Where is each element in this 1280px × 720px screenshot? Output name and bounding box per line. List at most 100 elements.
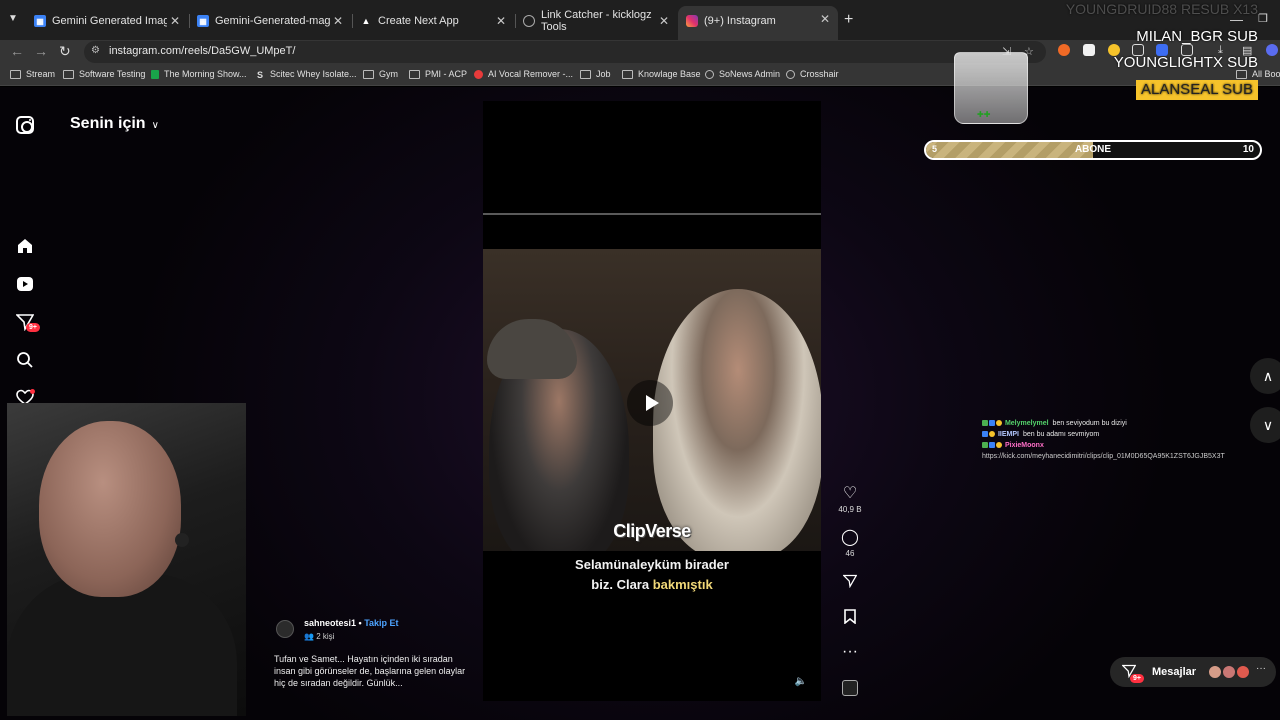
speaker-icon[interactable]: 🔈 xyxy=(795,676,807,687)
bookmark-item[interactable]: Crosshair xyxy=(786,69,839,79)
close-icon[interactable]: ✕ xyxy=(170,14,180,28)
more-options-button[interactable]: ··· xyxy=(836,643,864,661)
globe-icon xyxy=(786,69,795,79)
bookmark-item[interactable]: The Morning Show... xyxy=(151,69,247,79)
sub-alert-name: YOUNGLIGHTX SUB xyxy=(1113,54,1258,71)
sub-goal-bar: 5 ABONE 10 xyxy=(924,140,1262,160)
chat-overlay: Melymelymel ben seviyodum bu diziyi IIEMP… xyxy=(982,418,1242,462)
chat-message: PixieMoonx xyxy=(982,440,1242,451)
tab-create-next-app[interactable]: ▲ Create Next App ✕ xyxy=(352,8,514,34)
badge-icon xyxy=(982,431,988,438)
tab-gemini-image-2[interactable]: ▦ Gemini-Generated-mage-2a5t ✕ xyxy=(189,8,351,34)
share-button[interactable] xyxy=(836,574,864,593)
bookmark-item[interactable]: Gym xyxy=(363,69,398,79)
folder-icon xyxy=(10,69,21,79)
chat-username: IIEMPI xyxy=(997,431,1019,438)
messages-button[interactable]: 9+ Mesajlar ··· xyxy=(1110,657,1276,687)
share-icon xyxy=(836,574,864,593)
sub-alert-highlight: ALANSEAL SUB xyxy=(1136,80,1258,100)
home-icon[interactable] xyxy=(14,235,36,257)
badge-icon xyxy=(996,420,1002,427)
comment-button[interactable]: ◯ 46 xyxy=(836,529,864,558)
badge-icon xyxy=(982,420,988,427)
previous-reel-button[interactable]: ∧ xyxy=(1250,358,1280,394)
maximize-icon[interactable]: ❐ xyxy=(1258,12,1268,25)
badge-icon xyxy=(996,442,1002,449)
badge-icon xyxy=(982,442,988,449)
video-frame xyxy=(483,249,821,551)
bookmark-item[interactable]: Knowlage Base xyxy=(622,69,701,79)
viewers-count: 👥 2 kişi xyxy=(304,632,335,641)
save-button[interactable] xyxy=(836,609,864,629)
goal-max: 10 xyxy=(1242,144,1254,155)
extension-icon[interactable] xyxy=(1083,44,1095,56)
next-reel-button[interactable]: ∨ xyxy=(1250,407,1280,443)
close-icon[interactable]: ✕ xyxy=(659,14,669,28)
follow-button[interactable]: Takip Et xyxy=(364,618,398,628)
direct-messages-icon[interactable]: 9+ xyxy=(14,311,40,333)
tab-title: Gemini-Generated-mage-2a5t xyxy=(215,15,330,27)
chevron-up-icon: ∧ xyxy=(1262,367,1274,384)
like-button[interactable]: ♡ 40,9 B xyxy=(836,485,864,514)
person-right xyxy=(653,289,821,551)
chat-message: IIEMPI ben bu adamı sevmiyom xyxy=(982,429,1242,440)
badge-icon xyxy=(989,442,995,449)
video-divider xyxy=(483,213,821,215)
bookmark-item[interactable]: AI Vocal Remover -... xyxy=(474,69,573,79)
bookmark-item[interactable]: Software Testing xyxy=(63,69,145,79)
play-button[interactable] xyxy=(627,380,673,426)
subtitle-line-1: Selamünaleyküm birader xyxy=(575,557,729,572)
heart-icon: ♡ xyxy=(842,485,858,502)
omnibox[interactable]: ⚙ instagram.com/reels/Da5GW_UMpeT/ ⇲ ☆ xyxy=(84,41,1046,63)
bookmark-item[interactable]: S Scitec Whey Isolate... xyxy=(257,69,357,80)
tab-gemini-image-1[interactable]: ▦ Gemini Generated Image 2a5t ✕ xyxy=(26,8,188,34)
audio-thumbnail[interactable] xyxy=(836,680,864,696)
notification-dot xyxy=(30,389,35,394)
chevron-down-icon: ∨ xyxy=(1262,416,1274,433)
instagram-logo-icon[interactable] xyxy=(16,116,34,134)
close-icon[interactable]: ✕ xyxy=(333,14,343,28)
url-text[interactable]: instagram.com/reels/Da5GW_UMpeT/ xyxy=(109,45,295,57)
address-bar-row: ← → ↻ ⚙ instagram.com/reels/Da5GW_UMpeT/… xyxy=(0,40,1280,64)
reels-icon[interactable] xyxy=(14,273,36,295)
profile-avatar[interactable] xyxy=(1266,44,1278,56)
subtitle-line-2: biz. Clara bakmıştık xyxy=(483,575,821,595)
new-tab-icon[interactable]: + xyxy=(844,11,853,29)
folder-icon xyxy=(580,69,591,79)
tab-link-catcher[interactable]: Link Catcher - kicklogz Tools ✕ xyxy=(515,8,677,34)
site-info-icon[interactable]: ⚙ xyxy=(91,45,103,57)
bookmark-item[interactable]: Job xyxy=(580,69,611,79)
avatar xyxy=(1236,665,1250,679)
audio-thumbnail-image xyxy=(842,680,858,696)
tab-search-chevron-icon[interactable]: ▼ xyxy=(8,13,18,24)
folder-icon xyxy=(409,69,420,79)
globe-icon xyxy=(523,15,535,27)
post-caption[interactable]: Tufan ve Samet... Hayatın içinden iki sı… xyxy=(274,653,474,689)
chat-message: Melymelymel ben seviyodum bu diziyi xyxy=(982,418,1242,429)
clipverse-watermark: ClipVerse xyxy=(613,521,691,541)
bookmark-item[interactable]: Stream xyxy=(10,69,55,79)
bookmarks-bar: Stream Software Testing The Morning Show… xyxy=(0,64,1280,86)
bookmark-icon xyxy=(836,609,864,629)
bookmark-favicon xyxy=(474,69,483,79)
folder-icon xyxy=(63,69,74,79)
like-count: 40,9 B xyxy=(838,505,862,514)
subtitle-highlight: bakmıştık xyxy=(652,577,713,592)
author-name[interactable]: sahneotesi1 xyxy=(304,618,356,628)
bookmark-item[interactable]: PMI - ACP xyxy=(409,69,467,79)
photo-icon: ▦ xyxy=(34,15,46,27)
tab-title: (9+) Instagram xyxy=(704,15,776,27)
reload-icon[interactable]: ↻ xyxy=(59,43,71,60)
bookmark-item[interactable]: SoNews Admin xyxy=(705,69,780,79)
feed-selector[interactable]: Senin için ∨ xyxy=(70,115,159,133)
chat-link: https://kick.com/meyhanecidimitri/clips/… xyxy=(982,453,1225,460)
extension-icon[interactable] xyxy=(1058,44,1070,56)
close-icon[interactable]: ✕ xyxy=(496,14,506,28)
author-avatar[interactable] xyxy=(276,620,294,638)
back-icon[interactable]: ← xyxy=(10,43,24,59)
close-icon[interactable]: ✕ xyxy=(820,12,830,26)
tab-instagram[interactable]: (9+) Instagram ✕ xyxy=(678,6,838,40)
forward-icon[interactable]: → xyxy=(34,43,48,59)
reel-video[interactable]: ClipVerse Selamünaleyküm birader biz. Cl… xyxy=(483,101,821,701)
search-icon[interactable] xyxy=(14,349,36,371)
